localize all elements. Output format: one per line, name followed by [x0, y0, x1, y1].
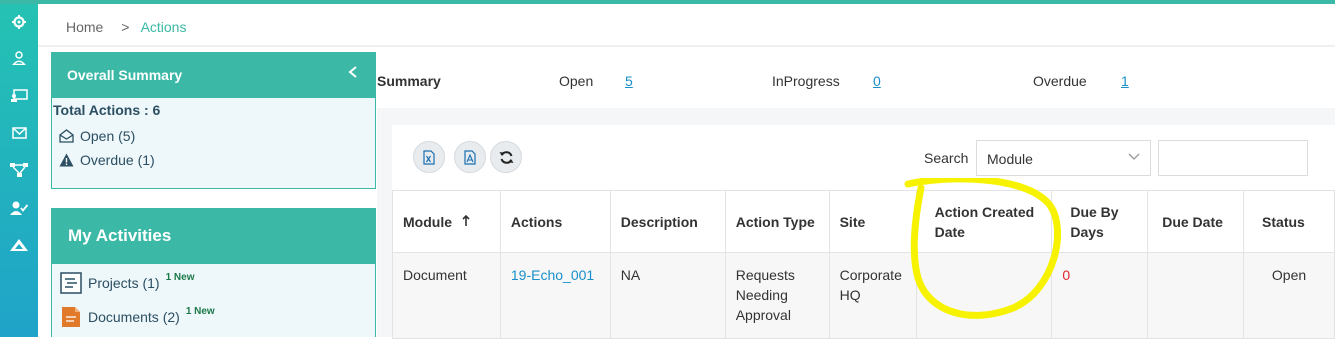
search-input[interactable]	[1158, 140, 1308, 176]
actions-table: Module Actions Description Action Type S…	[392, 190, 1335, 339]
summary-open-label: Open	[559, 73, 594, 89]
summary-overdue-label: Overdue	[1033, 73, 1087, 89]
user-icon[interactable]	[0, 46, 38, 70]
table-header-row: Module Actions Description Action Type S…	[392, 190, 1335, 253]
warning-icon	[59, 153, 74, 167]
documents-icon	[62, 307, 80, 327]
search-field-value: Module	[987, 151, 1033, 167]
activity-item-projects[interactable]: Projects (1) 1 New	[60, 272, 375, 294]
total-actions: Total Actions : 6	[53, 102, 161, 118]
column-header-actions[interactable]: Actions	[499, 190, 611, 253]
column-header-due-by-days[interactable]: Due By Days	[1051, 190, 1149, 253]
activity-documents-label: Documents (2)	[88, 309, 180, 325]
table-row: Document 19-Echo_001 NA Requests Needing…	[392, 252, 1335, 339]
export-pdf-button[interactable]	[454, 141, 486, 173]
left-nav-rail	[0, 4, 38, 337]
export-excel-button[interactable]	[413, 141, 445, 173]
summary-item-overdue[interactable]: Overdue (1)	[59, 152, 375, 168]
cell-due-date	[1147, 252, 1245, 339]
header-divider	[38, 45, 1335, 47]
column-header-due-date[interactable]: Due Date	[1147, 190, 1245, 253]
top-accent-line	[0, 0, 1335, 4]
pdf-icon	[464, 149, 476, 165]
cell-status: Open	[1243, 252, 1335, 339]
presentation-icon[interactable]	[0, 84, 38, 108]
new-badge: 1 New	[165, 271, 195, 283]
search-field-select[interactable]: Module	[976, 140, 1151, 176]
workflow-icon[interactable]	[0, 158, 38, 182]
summary-open-count[interactable]: 5	[625, 73, 633, 89]
cell-action-type: Requests Needing Approval	[724, 252, 830, 339]
summary-item-open[interactable]: Open (5)	[59, 128, 375, 144]
refresh-button[interactable]	[490, 141, 522, 173]
column-header-module[interactable]: Module	[392, 190, 501, 253]
summary-item-open-label: Open (5)	[80, 128, 136, 144]
summary-title: Summary	[377, 73, 441, 89]
overall-summary-header[interactable]: Overall Summary	[51, 52, 376, 97]
brand-icon[interactable]	[0, 233, 38, 257]
user-check-icon[interactable]	[0, 196, 38, 220]
cell-action-link[interactable]: 19-Echo_001	[499, 252, 611, 339]
my-activities-panel: My Activities Projects (1) 1 New Documen…	[51, 208, 376, 337]
envelope-open-icon	[59, 129, 74, 143]
summary-item-overdue-label: Overdue (1)	[80, 152, 155, 168]
refresh-icon	[499, 150, 513, 164]
overall-summary-panel: Overall Summary Total Actions : 6 Open (…	[51, 52, 376, 189]
summary-inprogress-count[interactable]: 0	[873, 73, 881, 89]
chevron-down-icon	[1128, 150, 1140, 164]
breadcrumb-current: Actions	[140, 19, 187, 35]
summary-inprogress-label: InProgress	[772, 73, 840, 89]
summary-bar: Summary Open 5 InProgress 0 Overdue 1	[377, 56, 1335, 108]
summary-overdue-count[interactable]: 1	[1121, 73, 1129, 89]
new-badge: 1 New	[185, 305, 215, 317]
mail-icon[interactable]	[0, 121, 38, 145]
breadcrumb: Home > Actions	[66, 19, 186, 35]
settings-icon[interactable]	[0, 10, 38, 34]
breadcrumb-home[interactable]: Home	[66, 19, 103, 35]
excel-icon	[423, 149, 435, 165]
column-header-description[interactable]: Description	[609, 190, 726, 253]
activity-projects-label: Projects (1)	[88, 275, 160, 291]
highlight-circle-annotation	[904, 178, 1061, 319]
sort-ascending-icon[interactable]	[462, 214, 470, 230]
cell-module: Document	[392, 252, 501, 339]
overall-summary-title: Overall Summary	[67, 66, 183, 83]
search-label: Search	[924, 150, 969, 166]
projects-icon	[60, 272, 82, 294]
activity-item-documents[interactable]: Documents (2) 1 New	[60, 306, 375, 328]
cell-description: NA	[609, 252, 726, 339]
column-header-action-type[interactable]: Action Type	[724, 190, 830, 253]
collapse-chevron-icon[interactable]	[348, 65, 358, 83]
column-header-status[interactable]: Status	[1243, 190, 1335, 253]
breadcrumb-separator: >	[121, 19, 130, 35]
cell-due-by-days: 0	[1051, 252, 1149, 339]
my-activities-header: My Activities	[51, 208, 376, 264]
